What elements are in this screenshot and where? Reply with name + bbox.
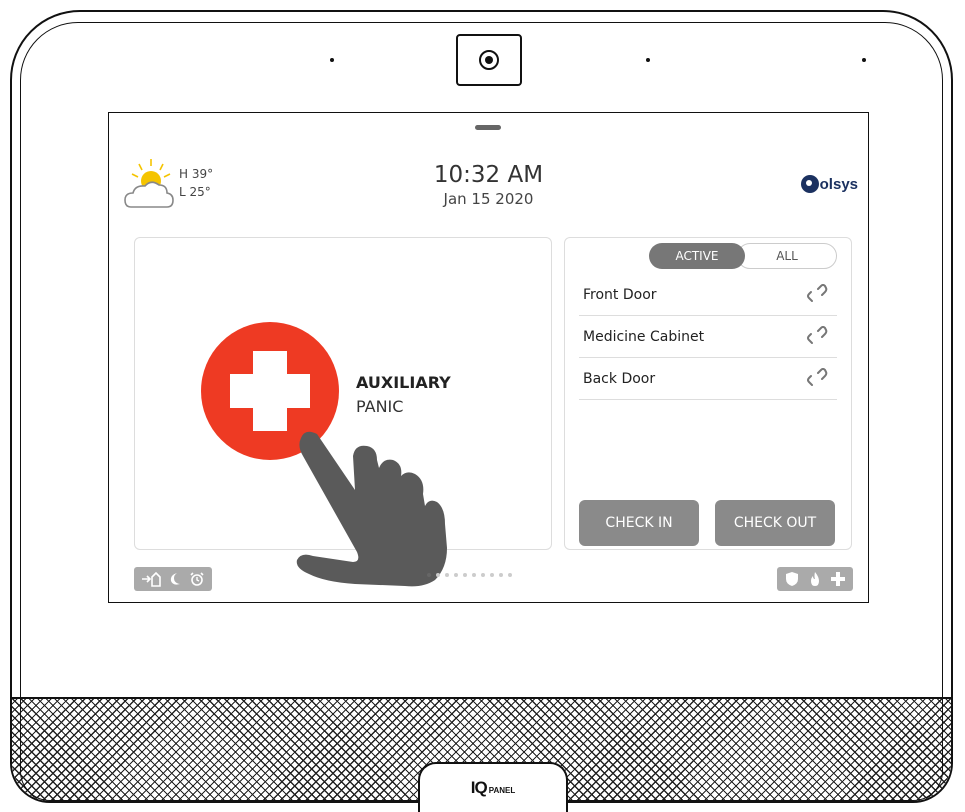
qolsys-q-icon xyxy=(800,175,819,193)
open-link-icon xyxy=(807,325,828,344)
cross-horizontal xyxy=(230,374,310,408)
alarm-clock-icon xyxy=(190,572,204,586)
sensor-dot xyxy=(330,58,334,62)
check-out-button[interactable]: CHECK OUT xyxy=(715,500,835,546)
page-dot xyxy=(490,573,494,577)
sensor-name: Front Door xyxy=(583,286,657,303)
shield-icon xyxy=(786,572,799,586)
sensor-name: Medicine Cabinet xyxy=(583,328,705,345)
page-dot xyxy=(427,573,431,577)
page-dot xyxy=(454,573,458,577)
page-dot xyxy=(445,573,449,577)
open-link-icon xyxy=(807,283,828,302)
moon-icon xyxy=(170,573,180,585)
tab-active[interactable]: ACTIVE xyxy=(649,243,745,269)
list-item[interactable]: Medicine Cabinet xyxy=(579,316,837,358)
brand-name: olsys xyxy=(819,175,858,193)
page-indicator[interactable] xyxy=(427,573,512,577)
arm-away-icon xyxy=(142,571,161,587)
iq-panel-logo: IQ PANEL xyxy=(418,762,568,812)
panic-subtitle: PANIC xyxy=(356,397,404,416)
sensor-filter-tabs: ACTIVE ALL xyxy=(649,243,837,269)
device-frame: IQ PANEL H 39° L 25° 10:32 AM Jan 15 202… xyxy=(0,0,965,812)
clock-date: Jan 15 2020 xyxy=(443,190,534,208)
pointing-hand-icon xyxy=(296,431,447,587)
panic-card: AUXILIARY PANIC xyxy=(134,237,552,587)
list-item[interactable]: Front Door xyxy=(579,274,837,316)
panic-label: AUXILIARY PANIC xyxy=(356,371,451,419)
panic-title: AUXILIARY xyxy=(356,373,451,392)
iq-logo-text: IQ xyxy=(470,778,488,797)
page-dot xyxy=(436,573,440,577)
camera xyxy=(456,34,522,86)
page-dot xyxy=(481,573,485,577)
fire-icon xyxy=(810,572,819,586)
page-dot xyxy=(472,573,476,577)
qolsys-logo: olsys xyxy=(800,175,858,193)
medical-cross-icon xyxy=(830,572,845,586)
sensor-dot xyxy=(862,58,866,62)
list-item[interactable]: Back Door xyxy=(579,358,837,400)
touch-screen: H 39° L 25° 10:32 AM Jan 15 2020 olsys A… xyxy=(108,112,869,603)
pull-down-handle[interactable] xyxy=(475,125,501,130)
clock-time: 10:32 AM xyxy=(433,162,544,188)
sensor-dot xyxy=(646,58,650,62)
page-dot xyxy=(463,573,467,577)
open-link-icon xyxy=(807,367,828,386)
emergency-shortcuts[interactable] xyxy=(777,567,853,591)
tab-all[interactable]: ALL xyxy=(737,243,837,269)
arming-shortcuts[interactable] xyxy=(134,567,212,591)
sensor-name: Back Door xyxy=(583,370,656,387)
check-in-button[interactable]: CHECK IN xyxy=(579,500,699,546)
panel-logo-text: PANEL xyxy=(488,785,516,795)
page-dot xyxy=(508,573,512,577)
page-dot xyxy=(499,573,503,577)
sensor-list: Front Door Medicine Cabinet Back Door xyxy=(579,274,837,400)
camera-lens-icon xyxy=(479,50,499,70)
clock: 10:32 AM Jan 15 2020 xyxy=(109,161,868,209)
sensor-card: ACTIVE ALL Front Door Medicine Cabinet B… xyxy=(564,237,852,550)
